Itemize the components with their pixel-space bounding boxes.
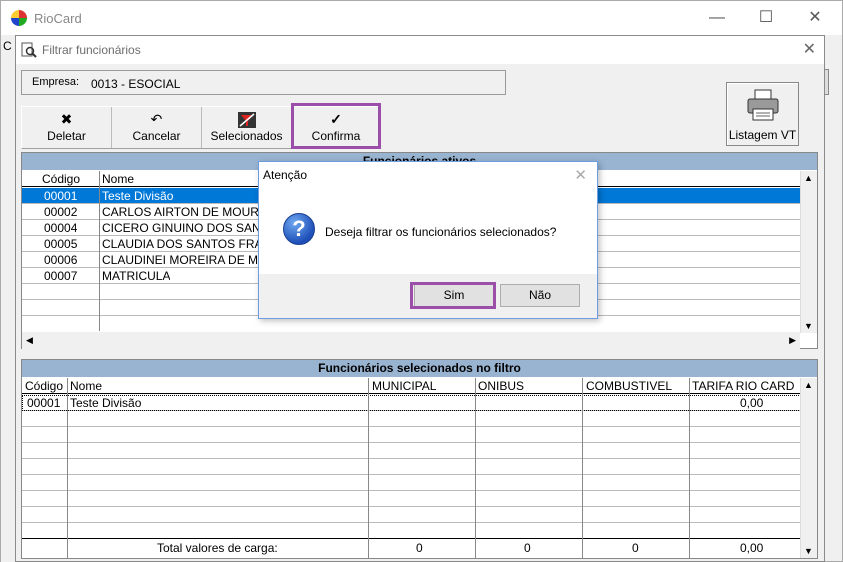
table-row-empty bbox=[22, 411, 801, 427]
row-nome: Teste Divisão bbox=[70, 396, 141, 410]
column-divider bbox=[99, 171, 100, 331]
row-nome: CARLOS AIRTON DE MOURA bbox=[102, 205, 267, 219]
active-horizontal-scrollbar[interactable]: ◀ ▶ bbox=[22, 332, 800, 349]
row-nome: Teste Divisão bbox=[102, 189, 173, 203]
main-titlebar: RioCard — ☐ ✕ bbox=[1, 1, 842, 35]
delete-icon: ✖ bbox=[22, 109, 111, 129]
row-nome: MATRICULA bbox=[102, 269, 170, 283]
dialog-title: Filtrar funcionários bbox=[42, 43, 141, 57]
confirma-highlight bbox=[291, 103, 381, 149]
empresa-label: Empresa: bbox=[32, 76, 79, 88]
undo-icon: ↶ bbox=[112, 109, 201, 129]
total-tarifa: 0,00 bbox=[740, 541, 763, 555]
total-combustivel: 0 bbox=[632, 541, 639, 555]
selected-employees-grid: Funcionários selecionados no filtro Códi… bbox=[21, 359, 818, 559]
table-row-empty bbox=[22, 427, 801, 443]
empresa-field: Empresa: 0013 - ESOCIAL bbox=[21, 70, 506, 95]
dialog-titlebar: Filtrar funcionários ✕ bbox=[16, 36, 824, 64]
row-tarifa: 0,00 bbox=[740, 396, 763, 410]
selected-grid-title: Funcionários selecionados no filtro bbox=[22, 360, 817, 377]
background-clipped-text: C bbox=[3, 39, 12, 53]
search-document-icon bbox=[21, 42, 37, 58]
row-nome: CICERO GINUINO DOS SANT bbox=[102, 221, 268, 235]
sel-header-codigo: Código bbox=[25, 379, 63, 393]
selected-grid-header: Código Nome MUNICIPAL ONIBUS COMBUSTIVEL… bbox=[22, 378, 801, 394]
table-row-empty bbox=[22, 523, 801, 539]
table-row-empty bbox=[22, 443, 801, 459]
row-nome: CLAUDIA DOS SANTOS FRA bbox=[102, 237, 262, 251]
column-divider bbox=[475, 378, 476, 558]
selecionados-button[interactable]: Selecionados bbox=[202, 107, 292, 148]
empresa-value: 0013 - ESOCIAL bbox=[91, 77, 180, 91]
dialog-close-icon[interactable]: ✕ bbox=[803, 39, 816, 59]
active-header-nome: Nome bbox=[102, 172, 134, 186]
riocard-app-icon bbox=[11, 10, 27, 26]
minimize-icon[interactable]: — bbox=[706, 7, 728, 29]
scroll-down-icon[interactable]: ▼ bbox=[804, 321, 813, 331]
totals-row: Total valores de carga: 0 0 0 0,00 bbox=[22, 540, 801, 556]
selecionados-label: Selecionados bbox=[202, 129, 291, 143]
printer-icon bbox=[746, 88, 780, 122]
modal-title: Atenção bbox=[263, 168, 307, 182]
sim-highlight bbox=[410, 282, 496, 309]
sel-header-municipal: MUNICIPAL bbox=[372, 379, 436, 393]
column-divider bbox=[582, 378, 583, 558]
scroll-down-icon[interactable]: ▼ bbox=[804, 546, 813, 556]
attention-modal: Atenção ✕ ? Deseja filtrar os funcionári… bbox=[258, 161, 598, 319]
table-row[interactable]: 00001 Teste Divisão 0,00 bbox=[22, 395, 801, 411]
active-header-codigo: Código bbox=[42, 172, 80, 186]
column-divider bbox=[67, 378, 68, 558]
row-nome: CLAUDINEI MOREIRA DE MA bbox=[102, 253, 266, 267]
row-codigo: 00004 bbox=[44, 221, 77, 235]
modal-body: ? Deseja filtrar os funcionários selecio… bbox=[259, 188, 597, 274]
table-row-empty bbox=[22, 507, 801, 523]
cancelar-button[interactable]: ↶ Cancelar bbox=[112, 107, 202, 148]
nao-button[interactable]: Não bbox=[500, 284, 580, 307]
row-codigo: 00002 bbox=[44, 205, 77, 219]
table-row-empty bbox=[22, 491, 801, 507]
row-codigo: 00006 bbox=[44, 253, 77, 267]
modal-close-icon[interactable]: ✕ bbox=[574, 166, 587, 184]
selected-filter-icon bbox=[202, 109, 291, 129]
scroll-up-icon[interactable]: ▲ bbox=[804, 380, 813, 390]
row-codigo: 00007 bbox=[44, 269, 77, 283]
column-divider bbox=[368, 378, 369, 558]
selected-vertical-scrollbar[interactable]: ▲ ▼ bbox=[800, 378, 817, 558]
listagem-vt-label: Listagem VT bbox=[727, 128, 798, 142]
question-icon: ? bbox=[283, 213, 315, 245]
modal-message: Deseja filtrar os funcionários seleciona… bbox=[325, 225, 556, 239]
modal-titlebar: Atenção ✕ bbox=[259, 162, 597, 188]
scroll-right-icon[interactable]: ▶ bbox=[789, 335, 796, 346]
total-label: Total valores de carga: bbox=[157, 541, 278, 555]
active-vertical-scrollbar[interactable]: ▲ ▼ bbox=[800, 171, 817, 333]
row-codigo: 00001 bbox=[44, 189, 77, 203]
column-divider bbox=[689, 378, 690, 558]
listagem-vt-button[interactable]: Listagem VT bbox=[726, 82, 799, 146]
maximize-icon[interactable]: ☐ bbox=[755, 7, 777, 29]
row-codigo: 00005 bbox=[44, 237, 77, 251]
table-row-empty bbox=[22, 475, 801, 491]
sel-header-combustivel: COMBUSTIVEL bbox=[586, 379, 672, 393]
main-window-title: RioCard bbox=[34, 11, 82, 26]
total-municipal: 0 bbox=[416, 541, 423, 555]
scroll-up-icon[interactable]: ▲ bbox=[804, 173, 813, 183]
deletar-label: Deletar bbox=[22, 129, 111, 143]
total-onibus: 0 bbox=[524, 541, 531, 555]
cancelar-label: Cancelar bbox=[112, 129, 201, 143]
sel-header-tarifa: TARIFA RIO CARD bbox=[692, 379, 794, 393]
row-codigo: 00001 bbox=[27, 396, 60, 410]
deletar-button[interactable]: ✖ Deletar bbox=[22, 107, 112, 148]
close-icon[interactable]: ✕ bbox=[804, 7, 826, 29]
sel-header-nome: Nome bbox=[70, 379, 102, 393]
table-row-empty bbox=[22, 459, 801, 475]
sel-header-onibus: ONIBUS bbox=[478, 379, 524, 393]
scroll-left-icon[interactable]: ◀ bbox=[26, 335, 33, 346]
